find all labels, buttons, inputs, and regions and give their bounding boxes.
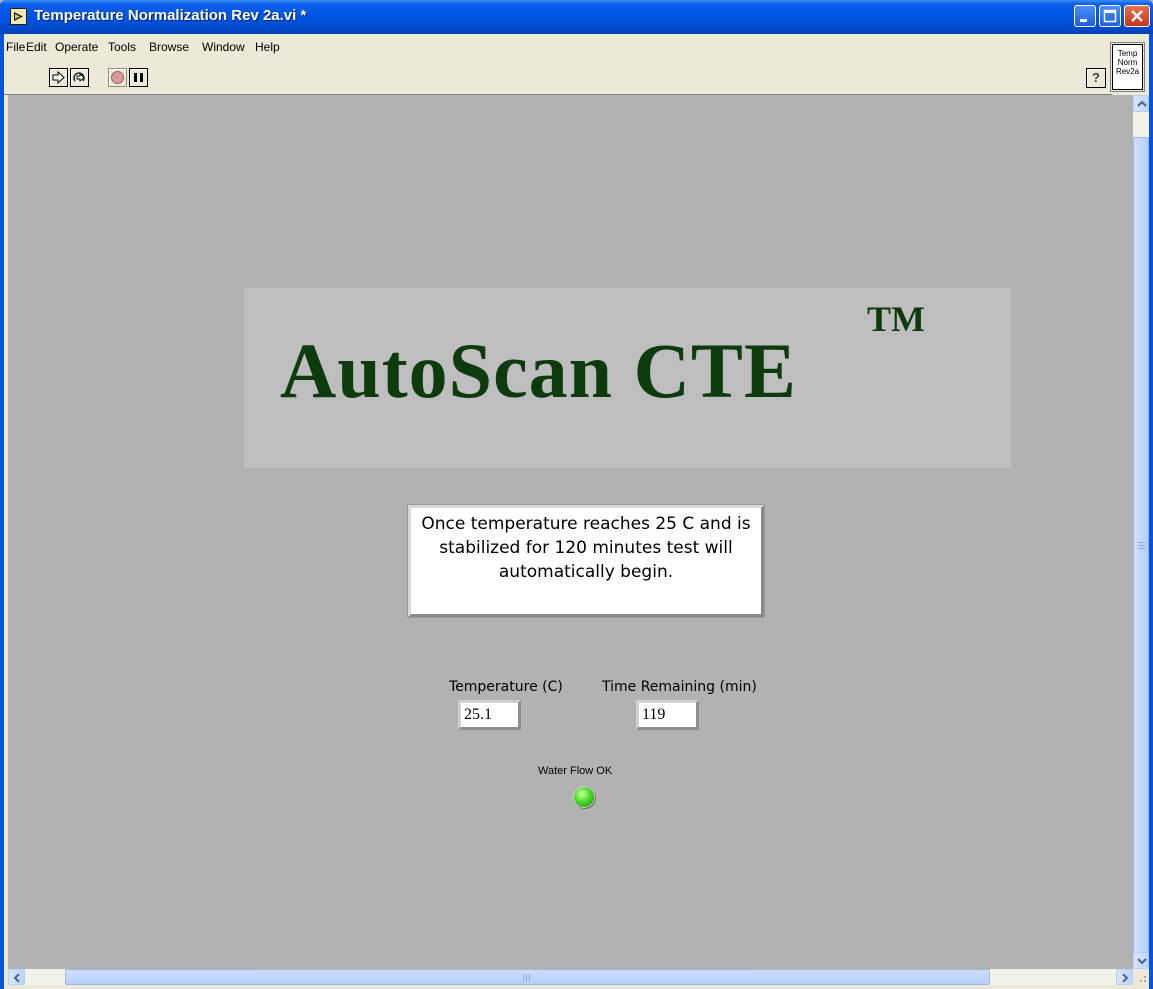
run-arrow-icon xyxy=(52,70,65,85)
water-flow-label: Water Flow OK xyxy=(538,765,613,777)
vi-icon[interactable]: Temp Norm Rev2a xyxy=(1112,44,1143,90)
minimize-button[interactable] xyxy=(1074,5,1096,27)
context-help-button[interactable]: ? xyxy=(1086,68,1106,88)
water-flow-led xyxy=(574,787,594,807)
abort-stop-icon xyxy=(111,71,124,84)
scroll-left-button[interactable] xyxy=(8,969,25,985)
scroll-right-button[interactable] xyxy=(1116,969,1133,985)
front-panel: AutoScan CTE TM Once temperature reaches… xyxy=(8,95,1133,969)
resize-grip[interactable] xyxy=(1133,969,1149,985)
menu-file[interactable]: File xyxy=(6,40,25,54)
close-button[interactable] xyxy=(1124,5,1150,27)
labview-window: Temperature Normalization Rev 2a.vi * Fi… xyxy=(0,0,1153,989)
vertical-scroll-thumb[interactable] xyxy=(1133,137,1149,961)
menu-browse[interactable]: Browse xyxy=(149,40,189,54)
banner-title: AutoScan CTE xyxy=(280,327,797,414)
chevron-left-icon xyxy=(13,974,20,982)
pause-icon xyxy=(134,73,143,82)
menu-window[interactable]: Window xyxy=(202,40,245,54)
chevron-down-icon xyxy=(1137,958,1147,965)
chevron-right-icon xyxy=(1122,974,1129,982)
vi-icon-line3: Rev2a xyxy=(1115,67,1140,76)
window-title: Temperature Normalization Rev 2a.vi * xyxy=(34,7,307,24)
menu-and-toolbar: File Edit Operate Tools Browse Window He… xyxy=(4,34,1112,95)
scroll-up-button[interactable] xyxy=(1133,95,1149,112)
chevron-up-icon xyxy=(1137,100,1147,107)
menu-edit[interactable]: Edit xyxy=(26,40,47,54)
time-remaining-label: Time Remaining (min) xyxy=(602,679,757,695)
temperature-label: Temperature (C) xyxy=(449,679,563,695)
menu-help[interactable]: Help xyxy=(255,40,280,54)
horizontal-scrollbar[interactable] xyxy=(8,969,1133,985)
abort-button[interactable] xyxy=(108,68,127,87)
window-client: File Edit Operate Tools Browse Window He… xyxy=(4,34,1149,989)
pause-button[interactable] xyxy=(129,68,148,87)
menu-operate[interactable]: Operate xyxy=(55,40,98,54)
vi-icon-frame: Temp Norm Rev2a xyxy=(1110,42,1145,92)
maximize-button[interactable] xyxy=(1099,5,1121,27)
trademark-symbol: TM xyxy=(867,299,925,339)
time-remaining-indicator: 119 xyxy=(636,700,699,730)
vertical-scrollbar[interactable] xyxy=(1133,95,1149,969)
run-continuously-icon xyxy=(73,72,85,82)
vi-icon-line2: Norm xyxy=(1117,58,1138,67)
run-continuously-button[interactable] xyxy=(70,68,89,87)
temperature-indicator: 25.1 xyxy=(458,700,521,730)
run-button[interactable] xyxy=(49,68,68,87)
vi-icon-line1: Temp xyxy=(1117,49,1138,58)
scroll-down-button[interactable] xyxy=(1133,952,1149,969)
status-message-box: Once temperature reaches 25 C and is sta… xyxy=(407,504,765,618)
horizontal-scroll-thumb[interactable] xyxy=(65,969,990,985)
menu-tools[interactable]: Tools xyxy=(108,40,136,54)
labview-app-icon xyxy=(10,8,27,25)
menu-bar: File Edit Operate Tools Browse Window He… xyxy=(4,40,1104,58)
title-bar[interactable]: Temperature Normalization Rev 2a.vi * xyxy=(0,0,1153,34)
autoscan-banner: AutoScan CTE TM xyxy=(244,288,1011,468)
resize-grip-icon xyxy=(1140,976,1146,982)
